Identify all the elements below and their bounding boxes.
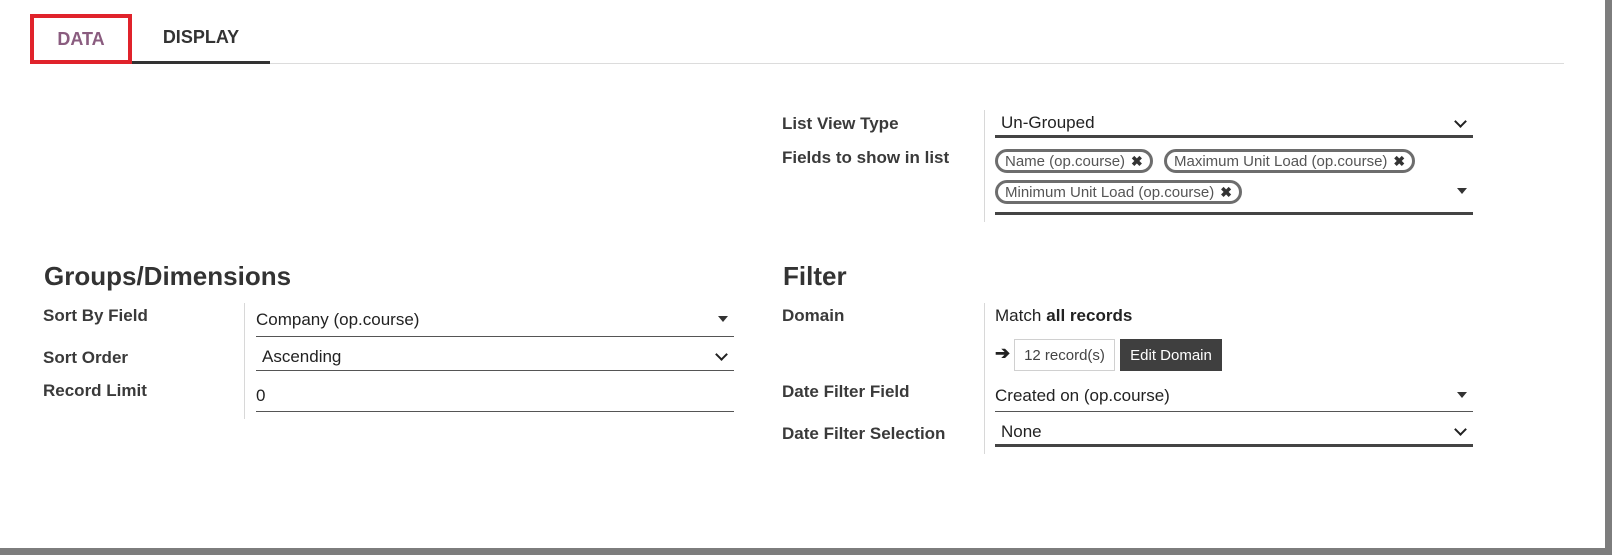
date-filter-field-value: Created on (op.course)	[995, 385, 1170, 405]
groups-heading: Groups/Dimensions	[44, 261, 292, 291]
record-limit-input[interactable]: 0	[256, 380, 734, 412]
list-view-type-value: Un-Grouped	[1001, 112, 1095, 132]
window-frame-right	[1605, 0, 1612, 555]
dropdown-caret-icon[interactable]	[1457, 188, 1467, 194]
chevron-down-icon	[1454, 115, 1467, 128]
sort-by-value: Company (op.course)	[256, 310, 420, 329]
fields-to-show-input[interactable]: Name (op.course) ✖ Maximum Unit Load (op…	[995, 146, 1473, 215]
fields-to-show-label: Fields to show in list	[782, 148, 950, 167]
domain-match-prefix: Match	[995, 306, 1042, 325]
list-view-type-label: List View Type	[782, 114, 899, 133]
date-filter-selection-label: Date Filter Selection	[782, 424, 946, 443]
chevron-down-icon	[1454, 423, 1467, 436]
field-tag-label: Minimum Unit Load (op.course)	[1005, 183, 1215, 201]
field-tag: Minimum Unit Load (op.course) ✖	[995, 180, 1242, 204]
edit-domain-button[interactable]: Edit Domain	[1120, 339, 1222, 371]
sort-order-value: Ascending	[262, 347, 342, 366]
domain-summary: Match all records	[995, 304, 1132, 328]
chevron-down-icon	[715, 348, 728, 361]
field-separator	[984, 110, 985, 222]
field-tag-label: Maximum Unit Load (op.course)	[1174, 152, 1388, 170]
field-tag-label: Name (op.course)	[1005, 152, 1126, 170]
dropdown-caret-icon	[718, 316, 728, 322]
record-limit-value: 0	[256, 385, 266, 405]
date-filter-selection-select[interactable]: None	[995, 420, 1473, 447]
field-tag: Name (op.course) ✖	[995, 149, 1153, 173]
tab-display[interactable]: DISPLAY	[132, 14, 270, 64]
list-view-type-select[interactable]: Un-Grouped	[995, 110, 1473, 138]
domain-label: Domain	[782, 306, 845, 325]
arrow-right-icon: ➔	[995, 343, 1011, 363]
remove-tag-icon[interactable]: ✖	[1220, 184, 1232, 201]
remove-tag-icon[interactable]: ✖	[1131, 153, 1143, 170]
record-count-button[interactable]: 12 record(s)	[1014, 339, 1115, 371]
window-frame-bottom	[0, 548, 1612, 555]
sort-by-field-select[interactable]: Company (op.course)	[256, 304, 734, 337]
tab-data[interactable]: DATA	[30, 14, 132, 64]
dropdown-caret-icon	[1457, 392, 1467, 398]
sort-order-label: Sort Order	[43, 348, 129, 367]
domain-match-value: all records	[1046, 306, 1133, 325]
filter-heading: Filter	[783, 261, 847, 291]
field-separator	[984, 303, 985, 454]
date-filter-selection-value: None	[1001, 422, 1042, 441]
field-separator	[244, 303, 245, 419]
date-filter-field-label: Date Filter Field	[782, 382, 910, 401]
sort-order-select[interactable]: Ascending	[256, 344, 734, 371]
field-tag: Maximum Unit Load (op.course) ✖	[1164, 149, 1416, 173]
date-filter-field-select[interactable]: Created on (op.course)	[995, 380, 1473, 412]
sort-by-label: Sort By Field	[43, 306, 148, 325]
record-limit-label: Record Limit	[43, 381, 147, 400]
tab-bar: DATA DISPLAY	[30, 14, 1564, 64]
remove-tag-icon[interactable]: ✖	[1393, 153, 1405, 170]
